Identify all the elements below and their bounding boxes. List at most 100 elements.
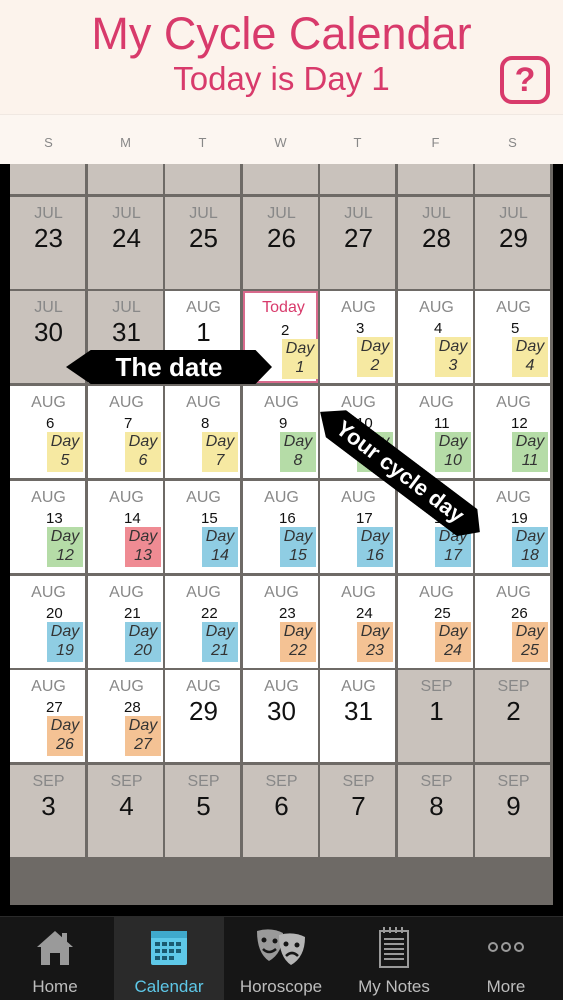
- calendar-day[interactable]: SEP 9: [475, 765, 550, 857]
- day-number: 31: [112, 317, 141, 347]
- calendar-day[interactable]: AUG 21 Day 20: [88, 576, 163, 668]
- cycle-day-number: 17: [444, 547, 462, 564]
- calendar-day[interactable]: 21: [398, 164, 473, 194]
- cycle-day-word: Day: [205, 623, 235, 640]
- calendar-day[interactable]: AUG 24 Day 23: [320, 576, 395, 668]
- tab-more[interactable]: More: [451, 917, 561, 1000]
- day-number: 4: [119, 791, 134, 821]
- calendar-day[interactable]: JUL 26: [243, 197, 318, 289]
- day-number: 2: [506, 696, 521, 726]
- cycle-day-badge: Day 15: [280, 527, 316, 567]
- day-number: 9: [506, 791, 521, 821]
- calendar-day[interactable]: 19: [243, 164, 318, 194]
- calendar-day[interactable]: 20: [320, 164, 395, 194]
- calendar-day[interactable]: AUG 6 Day 5: [10, 386, 85, 478]
- calendar-day[interactable]: JUL 25: [165, 197, 240, 289]
- calendar-grid[interactable]: 16171819202122JUL23JUL24JUL25JUL26JUL27J…: [10, 164, 553, 905]
- day-number: 19: [511, 510, 528, 527]
- cycle-day-word: Day: [515, 528, 545, 545]
- day-number: 30: [34, 317, 63, 347]
- day-month-label: AUG: [264, 394, 299, 411]
- cycle-day-number: 12: [56, 547, 74, 564]
- calendar-day[interactable]: SEP 4: [88, 765, 163, 857]
- cycle-day-badge: Day 26: [47, 716, 83, 756]
- cycle-day-word: Day: [515, 433, 545, 450]
- cycle-day-word: Day: [438, 623, 468, 640]
- calendar-day[interactable]: AUG 12 Day 11: [475, 386, 550, 478]
- cycle-day-number: 11: [521, 452, 539, 469]
- calendar-day[interactable]: JUL 28: [398, 197, 473, 289]
- day-month-label: SEP: [420, 773, 453, 790]
- cycle-day-number: 23: [366, 642, 384, 659]
- day-month-label: JUL: [189, 205, 218, 222]
- calendar-day[interactable]: AUG 17 Day 16: [320, 481, 395, 573]
- calendar-day[interactable]: AUG 4 Day 3: [398, 291, 473, 383]
- calendar-day[interactable]: AUG 8 Day 7: [165, 386, 240, 478]
- cycle-day-number: 10: [444, 452, 462, 469]
- calendar-day[interactable]: 22: [475, 164, 550, 194]
- calendar-day[interactable]: AUG 27 Day 26: [10, 670, 85, 762]
- cycle-day-badge: Day 24: [435, 622, 471, 662]
- calendar-day[interactable]: AUG 7 Day 6: [88, 386, 163, 478]
- calendar-day[interactable]: 18: [165, 164, 240, 194]
- cycle-day-word: Day: [128, 433, 158, 450]
- calendar-day[interactable]: 17: [88, 164, 163, 194]
- cycle-day-number: 20: [134, 642, 152, 659]
- calendar-day[interactable]: AUG 15 Day 14: [165, 481, 240, 573]
- calendar-day[interactable]: AUG 23 Day 22: [243, 576, 318, 668]
- calendar-day[interactable]: AUG 3 Day 2: [320, 291, 395, 383]
- day-month-label: JUL: [34, 299, 63, 316]
- cycle-day-word: Day: [205, 433, 235, 450]
- cycle-day-badge: Day 13: [125, 527, 161, 567]
- day-number: 16: [279, 510, 296, 527]
- calendar-day[interactable]: AUG 25 Day 24: [398, 576, 473, 668]
- calendar-day[interactable]: AUG 20 Day 19: [10, 576, 85, 668]
- cycle-day-word: Day: [50, 623, 80, 640]
- cycle-day-word: Day: [283, 528, 313, 545]
- calendar-day[interactable]: JUL 27: [320, 197, 395, 289]
- calendar-day[interactable]: AUG 31: [320, 670, 395, 762]
- day-number: 27: [46, 699, 63, 716]
- day-number: 26: [511, 605, 528, 622]
- day-number: 1: [196, 317, 211, 347]
- calendar-day[interactable]: SEP 6: [243, 765, 318, 857]
- day-number: 26: [267, 223, 296, 253]
- help-button[interactable]: ?: [500, 56, 550, 104]
- tab-my-notes[interactable]: My Notes: [339, 917, 449, 1000]
- day-month-label: AUG: [496, 299, 531, 316]
- calendar-day[interactable]: SEP 1: [398, 670, 473, 762]
- cycle-day-badge: Day 1: [282, 339, 318, 379]
- day-month-label: AUG: [186, 394, 221, 411]
- calendar-day[interactable]: AUG 22 Day 21: [165, 576, 240, 668]
- calendar-day[interactable]: SEP 2: [475, 670, 550, 762]
- calendar-day[interactable]: AUG 13 Day 12: [10, 481, 85, 573]
- calendar-day[interactable]: AUG 28 Day 27: [88, 670, 163, 762]
- calendar-day[interactable]: SEP 7: [320, 765, 395, 857]
- tab-home[interactable]: Home: [0, 917, 110, 1000]
- day-month-label: JUL: [112, 299, 141, 316]
- day-month-label: AUG: [341, 678, 376, 695]
- day-month-label: JUL: [267, 205, 296, 222]
- calendar-day[interactable]: JUL 24: [88, 197, 163, 289]
- calendar-day[interactable]: JUL 23: [10, 197, 85, 289]
- calendar-day[interactable]: AUG 5 Day 4: [475, 291, 550, 383]
- tab-horoscope[interactable]: Horoscope: [226, 917, 336, 1000]
- day-month-label: SEP: [497, 773, 530, 790]
- calendar-day[interactable]: SEP 5: [165, 765, 240, 857]
- calendar-day[interactable]: AUG 9 Day 8: [243, 386, 318, 478]
- calendar-day[interactable]: JUL 29: [475, 197, 550, 289]
- day-number: 7: [124, 415, 133, 432]
- cycle-day-badge: Day 23: [357, 622, 393, 662]
- calendar-day[interactable]: AUG 29: [165, 670, 240, 762]
- cycle-day-badge: Day 8: [280, 432, 316, 472]
- calendar-day[interactable]: AUG 19 Day 18: [475, 481, 550, 573]
- calendar-day[interactable]: SEP 3: [10, 765, 85, 857]
- calendar-day[interactable]: SEP 8: [398, 765, 473, 857]
- day-number: 7: [351, 791, 366, 821]
- tab-calendar[interactable]: Calendar: [114, 917, 224, 1000]
- calendar-day[interactable]: AUG 26 Day 25: [475, 576, 550, 668]
- calendar-day[interactable]: AUG 16 Day 15: [243, 481, 318, 573]
- calendar-day[interactable]: AUG 14 Day 13: [88, 481, 163, 573]
- calendar-day[interactable]: AUG 30: [243, 670, 318, 762]
- calendar-day[interactable]: 16: [10, 164, 85, 194]
